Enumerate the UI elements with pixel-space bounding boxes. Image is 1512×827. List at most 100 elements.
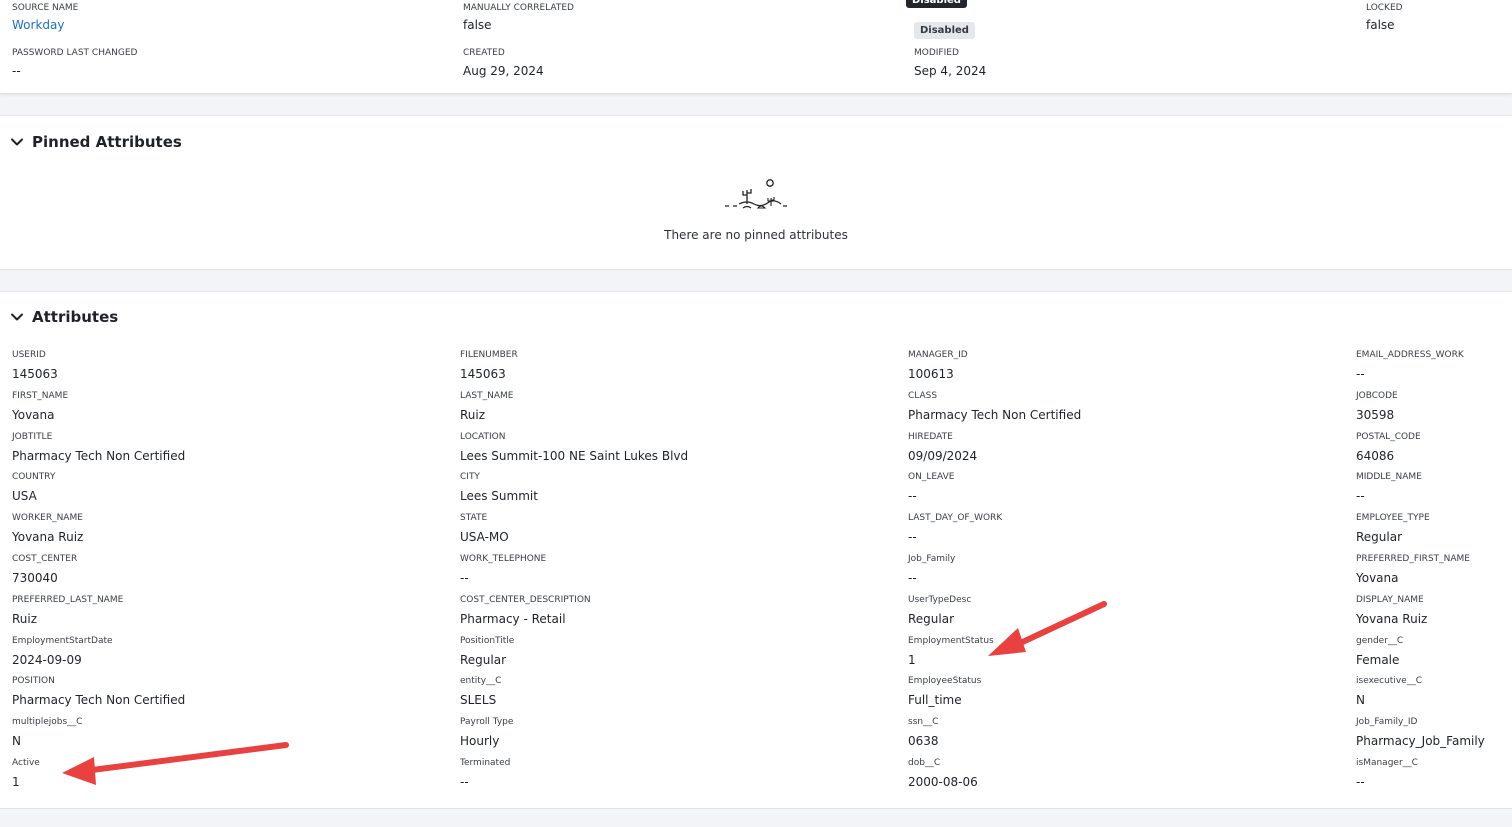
status-tooltip: Disabled	[906, 0, 967, 8]
attribute-item: ssn__C 0638	[908, 717, 1328, 749]
attribute-item: EMAIL_ADDRESS_WORK --	[1356, 350, 1512, 382]
attribute-value: N	[12, 734, 21, 749]
attribute-item: STATE USA-MO	[460, 513, 880, 545]
attribute-label: HIREDATE	[908, 431, 953, 442]
attributes-card: Attributes USERID 145063 FILENUMBER 145063 M…	[0, 291, 1512, 809]
attribute-item: FIRST_NAME Yovana	[12, 391, 432, 423]
attribute-label: MIDDLE_NAME	[1356, 472, 1422, 483]
attributes-toggle[interactable]: Attributes	[10, 308, 118, 326]
chevron-down-icon	[10, 310, 24, 324]
source-name-link[interactable]: Workday	[12, 18, 78, 33]
desert-illustration-icon	[721, 179, 791, 218]
field-password-last-changed: PASSWORD LAST CHANGED --	[12, 48, 137, 79]
attribute-value: Lees Summit	[460, 489, 538, 504]
attribute-value: 1	[908, 652, 916, 667]
attribute-label: Job_Family	[908, 554, 956, 564]
attribute-value: Full_time	[908, 693, 962, 708]
attribute-label: EmploymentStatus	[908, 635, 994, 646]
attribute-value: Pharmacy - Retail	[460, 611, 566, 626]
account-summary-card: SOURCE NAME Workday MANUALLY CORRELATED …	[0, 0, 1512, 94]
attribute-item: COST_CENTER_DESCRIPTION Pharmacy - Retail	[460, 595, 880, 627]
attribute-item: multiplejobs__C N	[12, 717, 432, 749]
attribute-item: WORK_TELEPHONE --	[460, 554, 880, 586]
attribute-item: Active 1	[12, 758, 432, 790]
status-badge[interactable]: Disabled	[914, 22, 975, 39]
attribute-item: PREFERRED_LAST_NAME Ruiz	[12, 595, 432, 627]
attribute-value: 1	[12, 775, 20, 789]
attribute-label: POSITION	[12, 676, 55, 687]
attribute-label: EmploymentStartDate	[12, 635, 113, 646]
attribute-item: Job_Family_ID Pharmacy_Job_Family	[1356, 717, 1512, 749]
attribute-value: 2000-08-06	[908, 775, 978, 789]
field-value: --	[12, 64, 21, 78]
empty-state-text: There are no pinned attributes	[664, 228, 848, 242]
chevron-down-icon	[10, 135, 24, 149]
attribute-item: JOBTITLE Pharmacy Tech Non Certified	[12, 432, 432, 464]
attribute-value: Ruiz	[460, 407, 486, 422]
attribute-item: Terminated --	[460, 758, 880, 790]
attribute-item: Job_Family --	[908, 554, 1328, 586]
attribute-value: 64086	[1356, 448, 1395, 463]
attribute-label: FILENUMBER	[460, 350, 518, 360]
pinned-empty-state: There are no pinned attributes	[0, 178, 1512, 242]
attribute-label: MANAGER_ID	[908, 350, 968, 360]
pinned-attributes-toggle[interactable]: Pinned Attributes	[10, 133, 182, 151]
attribute-label: PREFERRED_FIRST_NAME	[1356, 554, 1470, 564]
attribute-label: EMAIL_ADDRESS_WORK	[1356, 350, 1464, 360]
attribute-item: isManager__C --	[1356, 758, 1512, 790]
attribute-value: N	[1356, 693, 1365, 708]
attribute-item: EmploymentStartDate 2024-09-09	[12, 636, 432, 668]
attribute-value: 2024-09-09	[12, 652, 82, 667]
attribute-item: EmployeeStatus Full_time	[908, 676, 1328, 708]
attribute-value: 730040	[12, 571, 58, 585]
field-source-name: SOURCE NAME Workday	[12, 3, 78, 33]
attribute-label: isexecutive__C	[1356, 676, 1422, 687]
attribute-label: entity__C	[460, 676, 502, 687]
attribute-item: WORKER_NAME Yovana Ruiz	[12, 513, 432, 545]
attribute-label: LAST_NAME	[460, 390, 514, 401]
attribute-label: PositionTitle	[460, 635, 515, 646]
field-locked: LOCKED false	[1366, 3, 1403, 33]
attribute-item: COUNTRY USA	[12, 472, 432, 504]
field-value: false	[463, 18, 492, 32]
attribute-label: isManager__C	[1356, 758, 1418, 768]
attribute-label: FIRST_NAME	[12, 390, 69, 401]
attribute-value: Pharmacy Tech Non Certified	[12, 693, 186, 708]
attribute-value: 145063	[12, 367, 58, 381]
attribute-item: MANAGER_ID 100613	[908, 350, 1328, 382]
attribute-value: USA-MO	[460, 530, 509, 545]
attribute-item: UserTypeDesc Regular	[908, 595, 1328, 627]
attribute-item: EMPLOYEE_TYPE Regular	[1356, 513, 1512, 545]
attribute-label: WORKER_NAME	[12, 513, 83, 524]
attribute-label: Payroll Type	[460, 717, 514, 728]
attribute-value: 100613	[908, 367, 954, 381]
attribute-item: isexecutive__C N	[1356, 676, 1512, 708]
attribute-value: Pharmacy Tech Non Certified	[12, 448, 186, 463]
attribute-item: DISPLAY_NAME Yovana Ruiz	[1356, 595, 1512, 627]
attribute-item: entity__C SLELS	[460, 676, 880, 708]
attribute-value: --	[460, 775, 469, 789]
attribute-label: PREFERRED_LAST_NAME	[12, 594, 124, 605]
attribute-label: POSTAL_CODE	[1356, 431, 1421, 442]
section-title: Attributes	[32, 308, 119, 326]
attribute-value: Yovana Ruiz	[12, 530, 84, 545]
attribute-item: ON_LEAVE --	[908, 472, 1328, 504]
attribute-item: POSTAL_CODE 64086	[1356, 432, 1512, 464]
pinned-attributes-card: Pinned Attributes There are no pinned at…	[0, 115, 1512, 270]
attribute-value: Female	[1356, 652, 1400, 667]
attribute-label: CITY	[460, 472, 480, 483]
attribute-item: CLASS Pharmacy Tech Non Certified	[908, 391, 1328, 423]
attribute-value: Regular	[460, 652, 507, 667]
attribute-item: HIREDATE 09/09/2024	[908, 432, 1328, 464]
attribute-label: JOBCODE	[1356, 390, 1398, 401]
attribute-item: JOBCODE 30598	[1356, 391, 1512, 423]
attribute-label: Terminated	[460, 758, 511, 768]
section-title: Pinned Attributes	[32, 133, 182, 151]
attribute-item: LAST_NAME Ruiz	[460, 391, 880, 423]
attribute-label: EmployeeStatus	[908, 676, 982, 687]
attribute-item: CITY Lees Summit	[460, 472, 880, 504]
attribute-label: COUNTRY	[12, 472, 56, 483]
attribute-label: USERID	[12, 350, 46, 360]
attribute-item: COST_CENTER 730040	[12, 554, 432, 586]
attribute-value: Pharmacy Tech Non Certified	[908, 407, 1082, 422]
